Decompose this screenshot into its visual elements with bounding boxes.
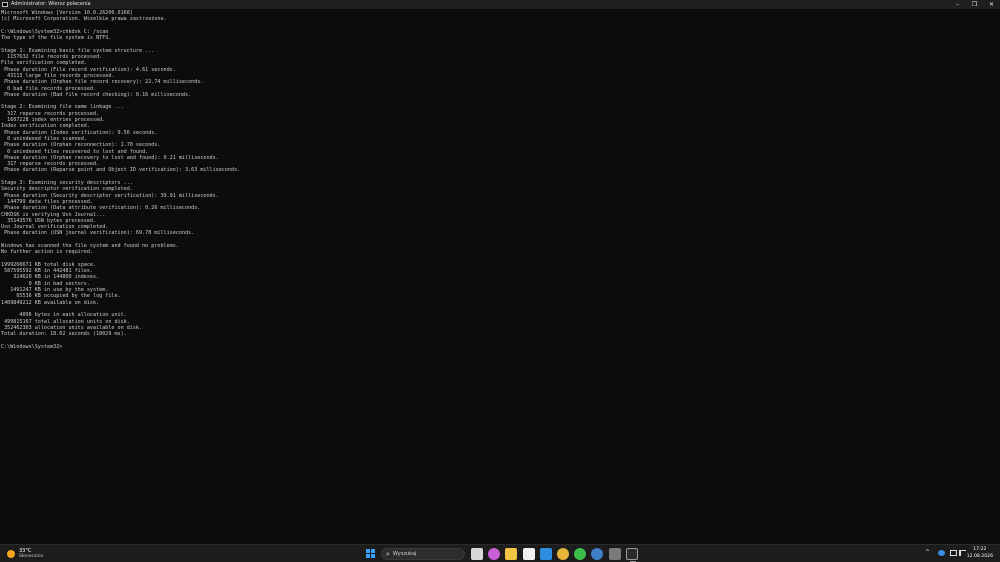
command-prompt-icon — [2, 2, 8, 7]
copilot-icon[interactable] — [488, 548, 501, 560]
window-controls: – ❐ ✕ — [949, 0, 1000, 9]
weather-widget[interactable]: 33°C Słonecznie — [7, 548, 43, 560]
close-button[interactable]: ✕ — [983, 0, 1000, 9]
window-title-bar[interactable]: Administrator: Wiersz polecenia – ❐ ✕ — [0, 0, 1000, 9]
window-title: Administrator: Wiersz polecenia — [11, 1, 91, 7]
search-box[interactable]: ⌕ Wyszukaj — [381, 548, 465, 560]
show-hidden-icons-button[interactable]: ^ — [925, 549, 930, 556]
weather-condition: Słonecznie — [19, 554, 44, 559]
minimize-button[interactable]: – — [949, 0, 966, 9]
terminal-icon[interactable] — [625, 548, 638, 562]
windows-logo-icon — [366, 549, 370, 553]
clock-date: 12.08.2026 — [966, 553, 993, 559]
maximize-button[interactable]: ❐ — [966, 0, 983, 9]
start-button[interactable] — [366, 549, 375, 558]
network-icon[interactable] — [950, 550, 957, 556]
mail-icon[interactable] — [539, 548, 552, 560]
onedrive-icon[interactable] — [938, 550, 945, 556]
microsoft-store-icon[interactable] — [522, 548, 535, 560]
xbox-icon[interactable] — [574, 548, 587, 560]
sun-icon — [7, 550, 15, 558]
taskbar: 33°C Słonecznie ⌕ Wyszukaj ^ 17:22 12.08… — [0, 544, 1000, 562]
search-icon: ⌕ — [386, 550, 390, 558]
app-icon[interactable] — [608, 548, 621, 560]
search-placeholder: Wyszukaj — [392, 551, 417, 557]
volume-icon[interactable] — [959, 550, 966, 556]
console-line: C:\Windows\System32> — [1, 343, 63, 350]
console-output[interactable]: Microsoft Windows [Version 10.0.26200.91… — [0, 10, 1000, 544]
clock[interactable]: 17:22 12.08.2026 — [967, 547, 993, 560]
steam-icon[interactable] — [591, 548, 604, 560]
file-explorer-icon[interactable] — [505, 548, 518, 560]
chrome-icon[interactable] — [557, 548, 569, 560]
task-view-icon[interactable] — [471, 548, 483, 560]
